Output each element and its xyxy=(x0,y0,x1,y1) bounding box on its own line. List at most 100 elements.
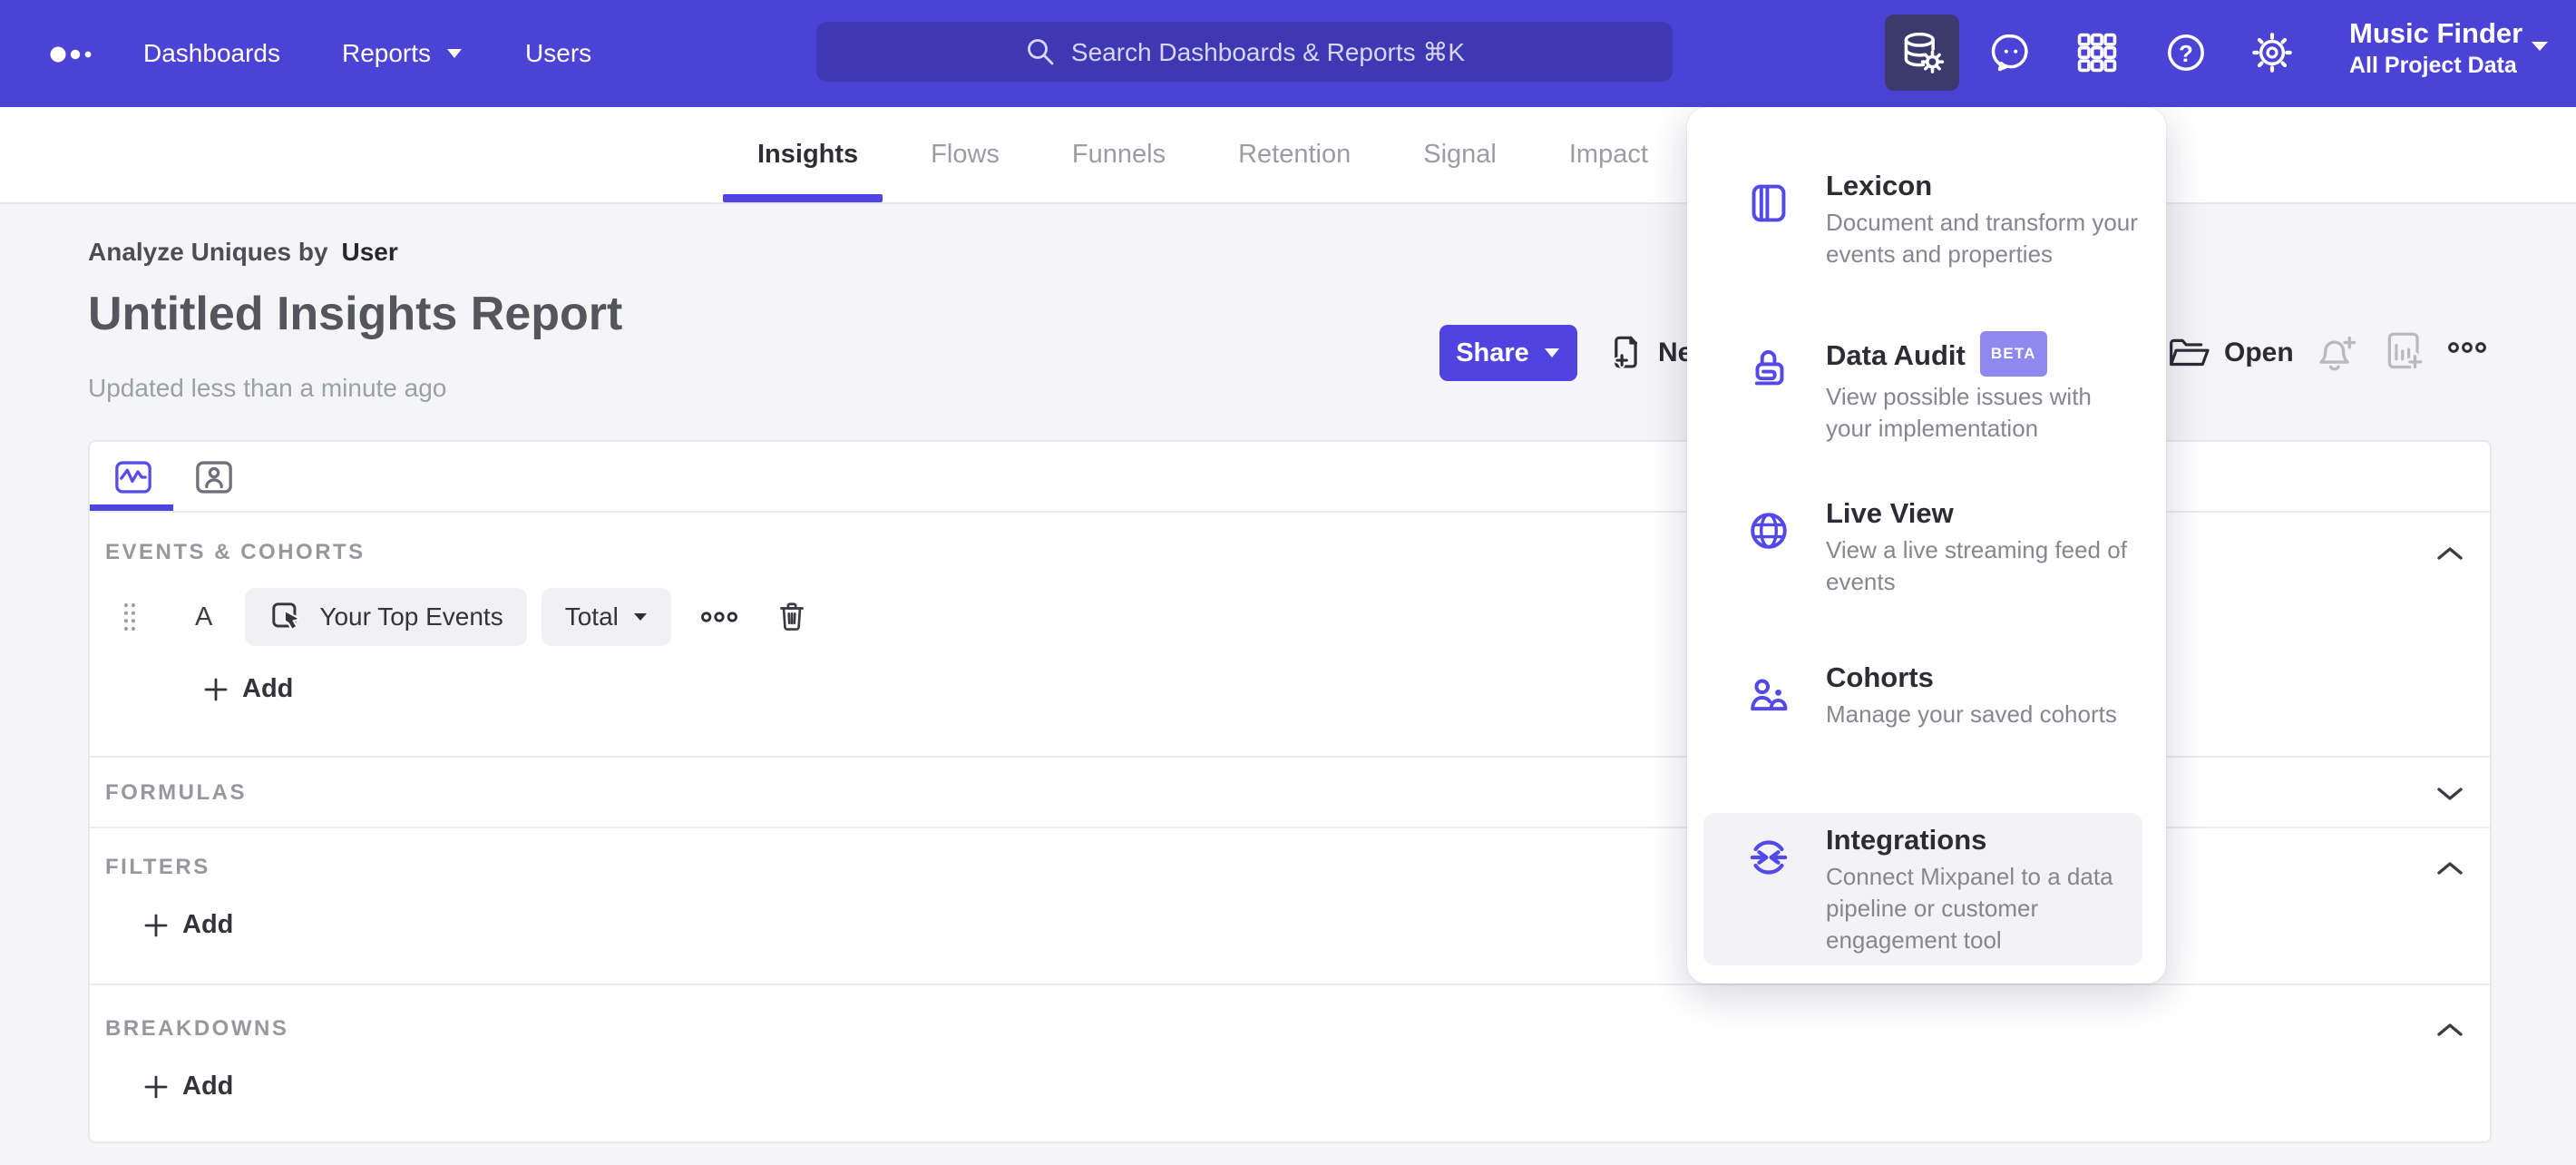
mixpanel-logo-icon[interactable] xyxy=(50,43,106,71)
tab-insights[interactable]: Insights xyxy=(757,140,858,170)
divider xyxy=(90,984,2490,985)
tab-retention[interactable]: Retention xyxy=(1238,140,1351,170)
open-label: Open xyxy=(2224,338,2294,367)
open-folder-icon xyxy=(2170,338,2210,367)
menu-item-description: View a live streaming feed of events xyxy=(1826,536,2127,595)
aggregation-value: Total xyxy=(564,602,619,631)
nav-reports-label: Reports xyxy=(341,39,432,67)
menu-item-title: Live View xyxy=(1826,497,1954,529)
aggregation-select-button[interactable]: Total xyxy=(541,588,671,646)
tab-flows[interactable]: Flows xyxy=(931,140,1000,170)
breakdowns-collapse-chevron-up-icon[interactable] xyxy=(2434,1019,2466,1041)
click-event-icon xyxy=(272,602,300,631)
user-card-icon xyxy=(196,461,232,494)
menu-item-data-audit[interactable]: Data Audit BETA View possible issues wit… xyxy=(1703,324,2142,454)
report-tabs-strip: Insights Flows Funnels Retention Signal … xyxy=(0,107,2576,204)
formulas-expand-chevron-down-icon[interactable] xyxy=(2434,783,2466,805)
menu-item-integrations[interactable]: Integrations Connect Mixpanel to a data … xyxy=(1703,813,2142,965)
page-title[interactable]: Untitled Insights Report xyxy=(88,287,622,341)
add-to-board-button xyxy=(2381,328,2426,378)
drag-handle[interactable] xyxy=(121,601,139,633)
nav-dashboards[interactable]: Dashboards xyxy=(143,39,280,68)
mixpanel-app: Dashboards Reports Users Search Dashboar… xyxy=(0,0,2576,1165)
help-icon: ? xyxy=(2168,34,2204,71)
view-tab-events[interactable] xyxy=(113,459,153,500)
filters-section-label: FILTERS xyxy=(105,855,210,879)
add-breakdown-button[interactable]: Add xyxy=(142,1072,233,1101)
chevron-down-icon xyxy=(447,49,463,58)
ellipsis-icon xyxy=(2448,342,2486,353)
view-tab-users[interactable] xyxy=(194,459,234,500)
tab-funnels[interactable]: Funnels xyxy=(1072,140,1166,170)
menu-item-description: View possible issues with your implement… xyxy=(1826,383,2092,442)
menu-item-title: Integrations xyxy=(1826,824,1987,856)
chevron-down-icon xyxy=(1544,348,1559,357)
menu-item-lexicon[interactable]: Lexicon Document and transform your even… xyxy=(1703,159,2142,279)
create-alert-button xyxy=(2311,328,2358,380)
event-query-row: A Your Top Events Total xyxy=(121,588,809,646)
add-breakdown-label: Add xyxy=(182,1072,234,1101)
menu-item-live-view[interactable]: Live View View a live streaming feed of … xyxy=(1703,486,2142,607)
report-more-menu[interactable] xyxy=(2447,341,2487,358)
menu-item-title: Cohorts xyxy=(1826,661,1934,693)
plus-icon xyxy=(144,914,168,936)
search-placeholder: Search Dashboards & Reports ⌘K xyxy=(1070,37,1466,66)
database-gear-icon xyxy=(1904,32,1945,73)
add-filter-label: Add xyxy=(182,910,234,939)
event-row-letter: A xyxy=(195,602,213,631)
data-management-button[interactable] xyxy=(1885,15,1959,91)
events-section-label: EVENTS & COHORTS xyxy=(105,540,366,564)
event-name: Your Top Events xyxy=(319,602,503,631)
menu-item-description: Document and transform your events and p… xyxy=(1826,209,2138,268)
formulas-section-label: FORMULAS xyxy=(105,780,247,805)
event-more-menu[interactable] xyxy=(700,611,738,623)
share-button[interactable]: Share xyxy=(1439,325,1577,381)
cohorts-people-icon xyxy=(1751,679,1788,711)
tab-impact[interactable]: Impact xyxy=(1569,140,1648,170)
events-collapse-chevron-up-icon[interactable] xyxy=(2434,543,2466,564)
event-select-button[interactable]: Your Top Events xyxy=(245,588,527,646)
lexicon-book-icon xyxy=(1751,184,1786,222)
messages-button[interactable] xyxy=(1974,15,2048,91)
live-view-globe-icon xyxy=(1751,513,1787,549)
project-chevron-down-icon[interactable] xyxy=(2529,40,2551,53)
tab-signal[interactable]: Signal xyxy=(1423,140,1497,170)
share-label: Share xyxy=(1456,338,1529,367)
project-scope: All Project Data xyxy=(2349,53,2517,78)
plus-icon xyxy=(204,678,228,700)
active-tab-underline xyxy=(723,194,883,202)
breadcrumb: Analyze Uniques by User xyxy=(88,238,398,267)
beta-badge: BETA xyxy=(1979,331,2047,377)
breakdowns-section-label: BREAKDOWNS xyxy=(105,1016,289,1041)
project-switcher[interactable]: Music Finder All Project Data xyxy=(2349,16,2558,80)
filters-collapse-chevron-up-icon[interactable] xyxy=(2434,857,2466,879)
board-chart-plus-icon xyxy=(2387,332,2425,371)
nav-reports[interactable]: Reports xyxy=(342,39,463,68)
analyze-by-value[interactable]: User xyxy=(342,238,398,267)
menu-item-title: Lexicon xyxy=(1826,170,1933,201)
analyze-uniques-label: Analyze Uniques by xyxy=(88,238,328,266)
menu-item-cohorts[interactable]: Cohorts Manage your saved cohorts xyxy=(1703,651,2142,739)
add-filter-button[interactable]: Add xyxy=(142,910,233,940)
main-nav: Dashboards Reports Users xyxy=(143,0,591,107)
open-report-button[interactable]: Open xyxy=(2166,325,2294,381)
delete-event-trash-icon[interactable] xyxy=(775,599,809,635)
new-document-icon xyxy=(1614,336,1638,368)
settings-button[interactable] xyxy=(2235,15,2309,91)
add-event-button[interactable]: Add xyxy=(202,674,293,704)
updated-timestamp: Updated less than a minute ago xyxy=(88,374,447,402)
chevron-down-icon xyxy=(633,613,647,621)
apps-grid-icon xyxy=(2077,33,2117,73)
integrations-sync-icon xyxy=(1750,840,1788,875)
help-button[interactable]: ? xyxy=(2149,15,2223,91)
project-name: Music Finder xyxy=(2349,17,2523,49)
menu-item-description: Manage your saved cohorts xyxy=(1826,700,2117,728)
apps-grid-button[interactable] xyxy=(2060,15,2134,91)
line-chart-icon xyxy=(115,461,151,494)
data-management-menu: Lexicon Document and transform your even… xyxy=(1687,107,2166,984)
global-search[interactable]: Search Dashboards & Reports ⌘K xyxy=(816,22,1673,82)
gear-icon xyxy=(2252,33,2292,73)
nav-users[interactable]: Users xyxy=(525,39,591,68)
menu-item-title: Data Audit xyxy=(1826,339,1966,371)
search-icon xyxy=(1027,39,1054,65)
